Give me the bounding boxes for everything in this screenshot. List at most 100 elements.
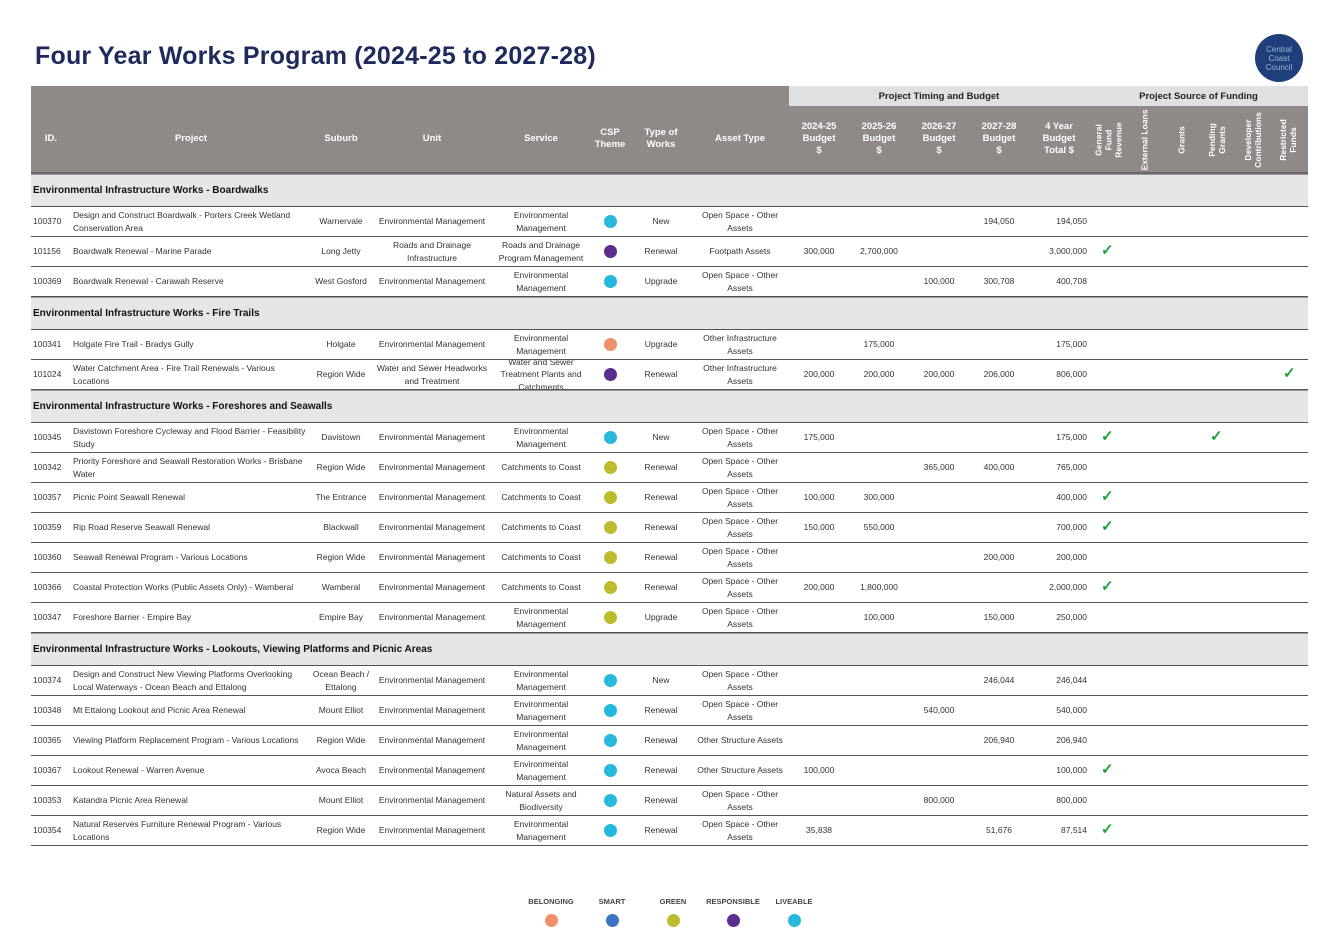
cell-unit: Environmental Management	[378, 462, 486, 473]
cell-service: Catchments to Coast	[501, 552, 581, 563]
col-header-type-of-works: Type of Works	[644, 127, 678, 150]
cell-unit: Environmental Management	[378, 765, 486, 776]
cell-budget-2024-25	[789, 786, 849, 815]
table-group-header: Project Timing and Budget Project Source…	[31, 86, 1308, 106]
cell-id: 100341	[33, 339, 62, 350]
cell-budget-2026-27	[909, 207, 969, 236]
cell-type-of-works: Upgrade	[644, 339, 678, 350]
col-header-external-loans: External Loans	[1134, 110, 1154, 171]
cell-unit: Roads and Drainage Infrastructure	[393, 240, 471, 263]
cell-budget-2027-28: 400,000	[983, 462, 1015, 473]
cell-id: 100365	[33, 735, 62, 746]
cell-type-of-works: Upgrade	[644, 612, 678, 623]
cell-budget-2025-26: 1,800,000	[860, 582, 898, 593]
cell-budget-2025-26: 200,000	[863, 369, 895, 380]
cell-unit: Environmental Management	[378, 552, 486, 563]
cell-budget-2027-28	[969, 756, 1029, 785]
cell-budget-2025-26	[849, 696, 909, 725]
cell-asset-type: Open Space - Other Assets	[701, 669, 779, 692]
cell-type-of-works: Upgrade	[644, 276, 678, 287]
section-title: Environmental Infrastructure Works - Loo…	[33, 644, 433, 655]
cell-type-of-works: Renewal	[644, 825, 678, 836]
legend-label: GREEN	[659, 897, 687, 906]
cell-service: Catchments to Coast	[501, 462, 581, 473]
cell-project: Boardwalk Renewal - Marine Parade	[73, 246, 212, 257]
col-header-id: ID.	[44, 133, 58, 144]
table-row: 100366 Coastal Protection Works (Public A…	[31, 573, 1308, 603]
section-title: Environmental Infrastructure Works - Fir…	[33, 308, 260, 319]
cell-csp-theme	[589, 267, 631, 296]
cell-asset-type: Other Infrastructure Assets	[703, 333, 777, 356]
cell-id: 100342	[33, 462, 62, 473]
table-row: 100357 Picnic Point Seawall Renewal The En…	[31, 483, 1308, 513]
table-row: 100360 Seawall Renewal Program - Various …	[31, 543, 1308, 573]
cell-budget-2027-28	[969, 330, 1029, 359]
cell-id: 100348	[33, 705, 62, 716]
cell-suburb: Mount Elliot	[318, 795, 364, 806]
cell-budget-2027-28	[969, 786, 1029, 815]
cell-budget-2026-27: 540,000	[923, 705, 955, 716]
col-header-project: Project	[174, 133, 208, 144]
cell-budget-2025-26	[849, 207, 909, 236]
check-icon: ✓	[1101, 488, 1114, 505]
cell-asset-type: Open Space - Other Assets	[701, 576, 779, 599]
table-row: 100365 Viewing Platform Replacement Progr…	[31, 726, 1308, 756]
cell-type-of-works: Renewal	[644, 552, 678, 563]
cell-project: Viewing Platform Replacement Program - V…	[73, 735, 299, 746]
cell-suburb: Wamberal	[321, 582, 361, 593]
cell-id: 100370	[33, 216, 62, 227]
col-header-suburb: Suburb	[324, 133, 358, 144]
cell-project: Coastal Protection Works (Public Assets …	[73, 582, 294, 593]
cell-budget-2027-28	[969, 513, 1029, 542]
cell-project: Rip Road Reserve Seawall Renewal	[73, 522, 211, 533]
cell-unit: Environmental Management	[378, 522, 486, 533]
cell-budget-2024-25: 200,000	[803, 369, 835, 380]
col-header-asset-type: Asset Type	[715, 133, 765, 144]
legend-item: BELONGING	[521, 897, 581, 927]
cell-csp-theme	[589, 453, 631, 482]
cell-budget-2026-27	[909, 816, 969, 845]
legend-label: BELONGING	[528, 897, 574, 906]
cell-suburb: Long Jetty	[321, 246, 361, 257]
cell-suburb: Ocean Beach / Ettalong	[312, 669, 370, 692]
cell-id: 101156	[33, 246, 61, 257]
cell-asset-type: Open Space - Other Assets	[701, 606, 779, 629]
section-title: Environmental Infrastructure Works - For…	[33, 401, 333, 412]
legend-item: RESPONSIBLE	[703, 897, 763, 927]
cell-total: 400,708	[1056, 276, 1087, 287]
cell-type-of-works: Renewal	[644, 795, 678, 806]
cell-csp-theme	[589, 603, 631, 632]
cell-budget-2027-28	[969, 423, 1029, 452]
col-header-pending-grants: Pending Grants	[1207, 110, 1227, 170]
cell-asset-type: Open Space - Other Assets	[701, 486, 779, 509]
cell-budget-2026-27	[909, 330, 969, 359]
cell-unit: Environmental Management	[378, 612, 486, 623]
table-row: 100353 Katandra Picnic Area Renewal Mount …	[31, 786, 1308, 816]
cell-budget-2024-25	[789, 696, 849, 725]
cell-csp-theme	[589, 786, 631, 815]
cell-project: Lookout Renewal - Warren Avenue	[73, 765, 205, 776]
cell-type-of-works: Renewal	[644, 462, 678, 473]
cell-budget-2026-27: 365,000	[923, 462, 955, 473]
legend-label: RESPONSIBLE	[706, 897, 760, 906]
cell-csp-theme	[589, 207, 631, 236]
cell-service: Environmental Management	[513, 759, 569, 782]
check-icon: ✓	[1101, 518, 1114, 535]
csp-theme-dot	[603, 491, 617, 504]
cell-csp-theme	[589, 483, 631, 512]
col-header-total: 4 Year Budget Total $	[1042, 121, 1076, 156]
cell-asset-type: Open Space - Other Assets	[701, 210, 779, 233]
cell-budget-2024-25: 175,000	[803, 432, 835, 443]
cell-suburb: Blackwall	[323, 522, 359, 533]
cell-budget-2024-25	[789, 543, 849, 572]
cell-csp-theme	[589, 756, 631, 785]
cell-service: Environmental Management	[513, 729, 569, 752]
table-row: 100345 Davistown Foreshore Cycleway and F…	[31, 423, 1308, 453]
cell-total: 194,050	[1056, 216, 1087, 227]
cell-type-of-works: Renewal	[644, 246, 678, 257]
cell-csp-theme	[589, 237, 631, 266]
cell-budget-2025-26	[849, 786, 909, 815]
cell-budget-2026-27	[909, 666, 969, 695]
cell-total: 806,000	[1056, 369, 1087, 380]
section-header: Environmental Infrastructure Works - Fir…	[31, 297, 1308, 330]
